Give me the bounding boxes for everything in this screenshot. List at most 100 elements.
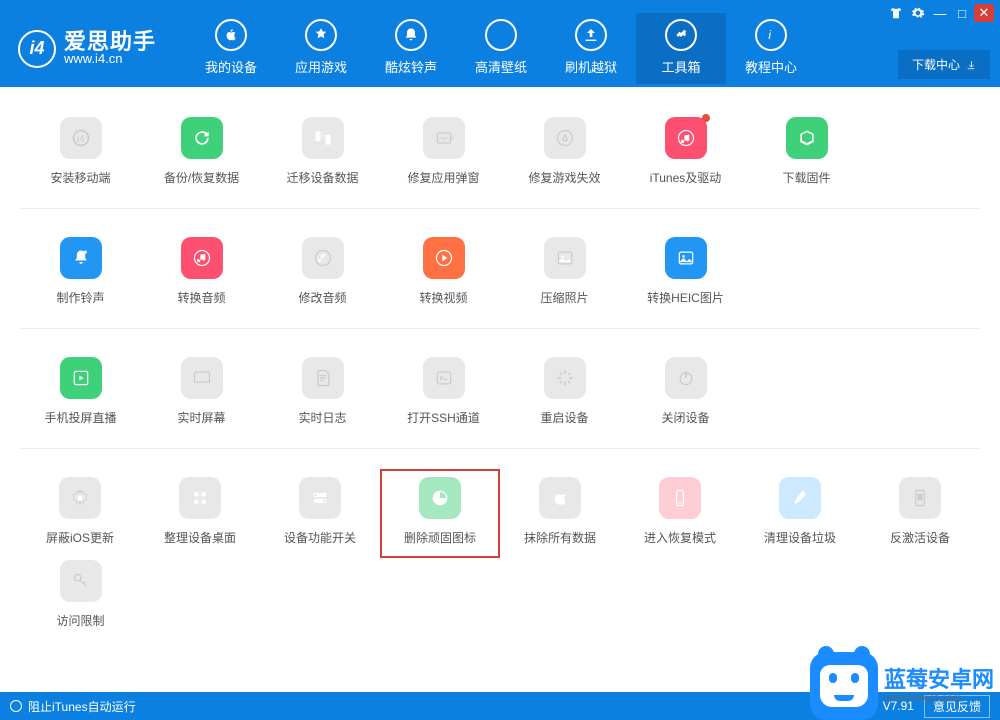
nav-wallpapers[interactable]: 高清壁纸 [456,13,546,84]
settings-button[interactable] [908,4,928,22]
tool-compress-photo[interactable]: 压缩照片 [504,237,625,306]
nav-label: 工具箱 [636,57,726,76]
nav-my-device[interactable]: 我的设备 [186,13,276,84]
gear-icon [59,477,101,519]
tool-convert-video[interactable]: 转换视频 [383,237,504,306]
tool-download-firmware[interactable]: 下载固件 [746,117,867,186]
tool-block-ios-update[interactable]: 屏蔽iOS更新 [20,477,140,546]
tool-fix-game[interactable]: 修复游戏失效 [504,117,625,186]
apple-icon [539,477,581,519]
phone2-icon [899,477,941,519]
tool-row: 手机投屏直播 实时屏幕 实时日志 打开SSH通道 重启设备 关闭设备 [20,357,980,449]
watermark: 蓝莓安卓网 www.lmkjst.com [810,652,994,720]
appstore-icon [544,117,586,159]
download-center-button[interactable]: 下载中心 [898,50,990,79]
checkbox-icon [10,700,22,712]
tools-icon [665,19,697,51]
tool-convert-audio[interactable]: 转换音频 [141,237,262,306]
tool-backup-restore[interactable]: 备份/恢复数据 [141,117,262,186]
tool-open-ssh[interactable]: 打开SSH通道 [383,357,504,426]
svg-text:i: i [768,28,771,42]
logo-icon: i4 [60,117,102,159]
maximize-button[interactable]: □ [952,4,972,22]
music-icon [181,237,223,279]
watermark-url: www.lmkjst.com [884,693,994,704]
watermark-title: 蓝莓安卓网 [884,668,994,692]
logo-icon: i4 [18,30,56,68]
nav-app-games[interactable]: 应用游戏 [276,13,366,84]
tool-live-screen[interactable]: 实时屏幕 [141,357,262,426]
download-arrow-icon [966,60,976,70]
tool-screen-cast[interactable]: 手机投屏直播 [20,357,141,426]
notification-badge [702,114,710,122]
tool-itunes-driver[interactable]: iTunes及驱动 [625,117,746,186]
tool-restart-device[interactable]: 重启设备 [504,357,625,426]
key-icon [60,560,102,602]
doc-icon [302,357,344,399]
tool-live-log[interactable]: 实时日志 [262,357,383,426]
pie-icon [419,477,461,519]
nav-ringtones[interactable]: 酷炫铃声 [366,13,456,84]
tool-row: 制作铃声 转换音频 修改音频 转换视频 压缩照片 转换HEIC图片 [20,237,980,329]
bell-icon [395,19,427,51]
info-icon: i [755,19,787,51]
tool-delete-stubborn-icon[interactable]: 删除顽固图标 [380,469,500,558]
appstore-icon [305,19,337,51]
phone-icon [659,477,701,519]
itunes-icon [665,117,707,159]
nav-toolbox[interactable]: 工具箱 [636,13,726,84]
tool-fix-popup[interactable]: Apple ID 修复应用弹窗 [383,117,504,186]
svg-text:Apple ID: Apple ID [439,136,454,141]
migrate-icon [302,117,344,159]
tool-row: 屏蔽iOS更新 整理设备桌面 设备功能开关 删除顽固图标 抹除所有数据 进入恢复… [20,477,980,546]
tool-access-restrictions[interactable]: 访问限制 [20,560,141,629]
nav-label: 刷机越狱 [546,57,636,76]
status-label: 阻止iTunes自动运行 [28,698,136,715]
nav-label: 应用游戏 [276,57,366,76]
screen-icon [60,357,102,399]
play-icon [423,237,465,279]
music-edit-icon [302,237,344,279]
tool-row: i4 安装移动端 备份/恢复数据 迁移设备数据 Apple ID 修复应用弹窗 … [20,117,980,209]
heic-icon [665,237,707,279]
download-center-label: 下载中心 [912,56,960,73]
nav-tutorials[interactable]: i 教程中心 [726,13,816,84]
cube-icon [786,117,828,159]
loading-icon [544,357,586,399]
main-nav: 我的设备 应用游戏 酷炫铃声 高清壁纸 刷机越狱 工具箱 i 教程中心 [186,13,816,84]
broom-icon [779,477,821,519]
tool-migrate-data[interactable]: 迁移设备数据 [262,117,383,186]
header-bar: i4 爱思助手 www.i4.cn 我的设备 应用游戏 酷炫铃声 高清壁纸 刷机… [0,10,1000,87]
toolbox-grid: i4 安装移动端 备份/恢复数据 迁移设备数据 Apple ID 修复应用弹窗 … [0,87,1000,682]
tool-device-toggles[interactable]: 设备功能开关 [260,477,380,546]
minimize-button[interactable]: — [930,4,950,22]
tool-clean-junk[interactable]: 清理设备垃圾 [740,477,860,546]
itunes-block-toggle[interactable]: 阻止iTunes自动运行 [10,698,136,715]
nav-label: 我的设备 [186,57,276,76]
tool-make-ringtone[interactable]: 制作铃声 [20,237,141,306]
restore-icon [181,117,223,159]
tool-shutdown-device[interactable]: 关闭设备 [625,357,746,426]
app-subtitle: www.i4.cn [64,52,156,66]
tool-install-mobile[interactable]: i4 安装移动端 [20,117,141,186]
tool-row: 访问限制 [20,560,980,629]
svg-text:i4: i4 [76,134,84,145]
tool-recovery-mode[interactable]: 进入恢复模式 [620,477,740,546]
close-button[interactable]: ✕ [974,4,994,22]
tool-convert-heic[interactable]: 转换HEIC图片 [625,237,746,306]
tool-erase-all-data[interactable]: 抹除所有数据 [500,477,620,546]
shirt-button[interactable] [886,4,906,22]
tool-edit-audio[interactable]: 修改音频 [262,237,383,306]
download-icon [575,19,607,51]
appleid-icon: Apple ID [423,117,465,159]
tool-organize-desktop[interactable]: 整理设备桌面 [140,477,260,546]
monitor-icon [181,357,223,399]
toggle-icon [299,477,341,519]
window-controls: — □ ✕ [886,4,994,22]
app-logo: i4 爱思助手 www.i4.cn [18,30,156,68]
grid-icon [179,477,221,519]
image-icon [544,237,586,279]
tool-deactivate[interactable]: 反激活设备 [860,477,980,546]
nav-jailbreak[interactable]: 刷机越狱 [546,13,636,84]
snowflake-icon [485,19,517,51]
